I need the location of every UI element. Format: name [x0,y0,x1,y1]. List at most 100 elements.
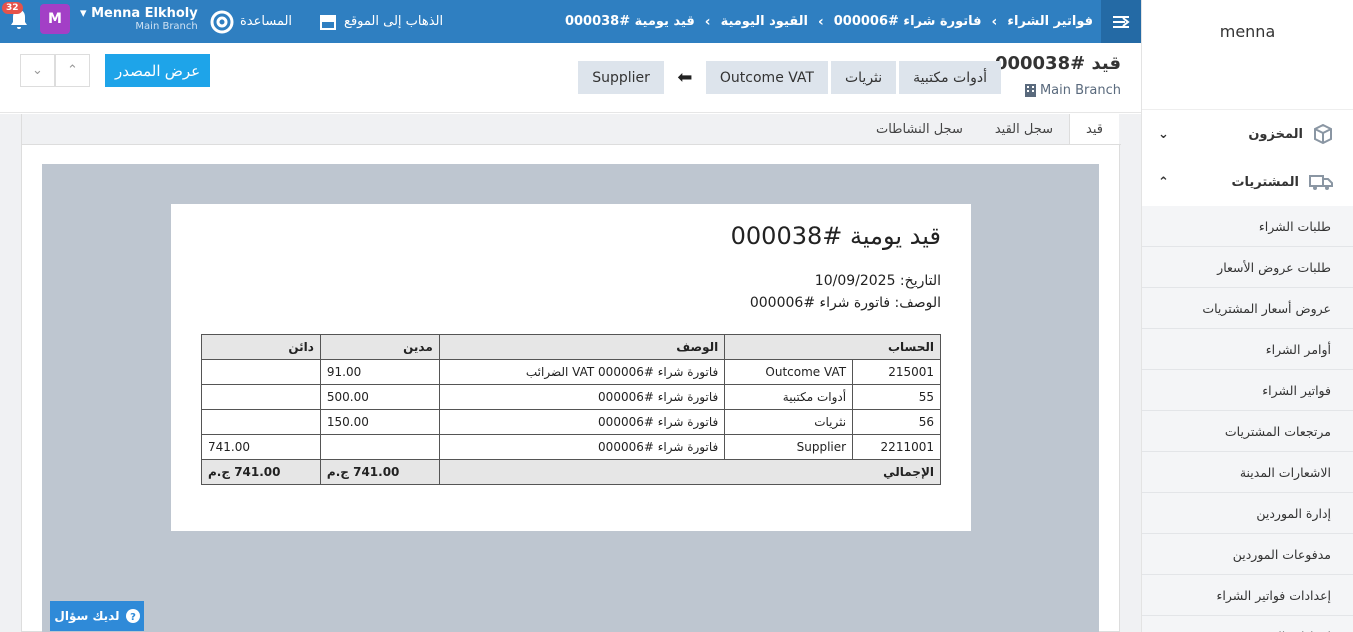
tab-entry-log[interactable]: سجل القيد [979,114,1069,144]
sidebar-section-purchases[interactable]: المشتريات ⌃ [1142,158,1353,206]
account-name: Supplier [724,434,854,460]
table-row: 56 نثريات فاتورة شراء #000006 150.00 [201,409,941,435]
sidebar-item-supplier-payments[interactable]: مدفوعات الموردين [1142,534,1353,575]
account-chip[interactable]: أدوات مكتبية [899,61,1001,94]
chevron-up-icon: ⌃ [67,63,78,78]
store-icon [320,14,337,30]
sidebar-item-purchase-requests[interactable]: طلبات الشراء [1142,206,1353,247]
sidebar-section-label: المشتريات [1231,174,1299,190]
account-chips: أدوات مكتبية نثريات Outcome VAT ⬅ Suppli… [578,61,1001,94]
row-debit [319,434,440,460]
sidebar-submenu: طلبات الشراء طلبات عروض الأسعار عروض أسع… [1142,206,1353,632]
account-code: 2211001 [852,434,941,460]
breadcrumb: فواتير الشراء ‹ فاتورة شراء #000006 ‹ ال… [565,0,1093,43]
account-code: 56 [852,409,941,435]
column-header-credit: دائن [201,334,321,360]
ask-question-label: لديك سؤال [54,609,120,623]
svg-text:?: ? [130,612,136,623]
goto-site-link[interactable]: الذهاب إلى الموقع [318,13,443,31]
avatar[interactable]: M [40,4,70,34]
breadcrumb-item-journals[interactable]: القيود اليومية [721,14,808,29]
row-debit: 150.00 [319,409,440,435]
lifebuoy-icon [210,10,234,33]
question-circle-icon: ? [125,609,140,623]
building-icon [1024,84,1036,97]
sidebar-item-supplier-settings[interactable]: إعدادات الموردين [1142,616,1353,632]
total-row: الإجمالي 741.00 ج.م 741.00 ج.م [201,459,942,485]
tab-activity-log[interactable]: سجل النشاطات [860,114,979,144]
box-icon [1314,124,1332,144]
total-label: الإجمالي [438,459,942,485]
previous-record-button[interactable]: ⌃ [55,54,90,87]
journal-document: قيد يومية #000038 التاريخ: 10/09/2025 ال… [171,204,971,531]
row-description: فاتورة شراء #000006 [438,434,726,460]
total-debit: 741.00 ج.م [319,459,440,485]
arrow-left-icon: ⬅ [677,67,693,88]
account-code: 215001 [852,359,941,385]
sidebar-item-purchase-invoices[interactable]: فواتير الشراء [1142,370,1353,411]
account-chip-target[interactable]: Supplier [578,61,664,94]
row-description: فاتورة شراء #000006 [438,384,726,410]
chevron-left-icon: ‹ [991,13,998,30]
next-record-button[interactable]: ⌄ [20,54,55,87]
total-credit: 741.00 ج.م [201,459,321,485]
notification-count-badge: 32 [2,2,23,14]
chevron-down-icon: ⌄ [32,63,43,78]
chevron-left-icon: ‹ [817,13,824,30]
goto-site-label: الذهاب إلى الموقع [344,14,444,29]
column-header-account: الحساب [724,334,941,360]
tab-entry[interactable]: قيد [1069,114,1119,144]
breadcrumb-item-invoices[interactable]: فواتير الشراء [1007,14,1093,29]
column-header-debit: مدين [319,334,440,360]
document-date: التاريخ: 10/09/2025 [814,273,941,289]
caret-down-icon: ▾ [80,6,87,21]
chevron-up-icon: ⌃ [1158,174,1169,190]
sidebar-item-purchase-quotes[interactable]: عروض أسعار المشتريات [1142,288,1353,329]
sidebar-section-label: المخزون [1248,126,1303,142]
ask-question-button[interactable]: لديك سؤال ? [50,601,144,631]
chevron-left-icon: ‹ [704,13,711,30]
user-branch: Main Branch [135,21,198,32]
sidebar-item-invoice-settings[interactable]: إعدادات فواتير الشراء [1142,575,1353,616]
account-name: أدوات مكتبية [724,384,854,410]
top-bar: فواتير الشراء ‹ فاتورة شراء #000006 ‹ ال… [0,0,1141,43]
view-source-button[interactable]: عرض المصدر [105,54,211,87]
help-link[interactable]: المساعدة [210,10,292,34]
branch-name: Main Branch [1039,83,1121,98]
sidebar-item-purchase-returns[interactable]: مرتجعات المشتريات [1142,411,1353,452]
tabs: قيد سجل القيد سجل النشاطات [860,114,1119,144]
table-row: 55 أدوات مكتبية فاتورة شراء #000006 500.… [201,384,941,410]
sidebar-section-inventory[interactable]: المخزون ⌄ [1142,110,1353,158]
menu-toggle-button[interactable] [1101,0,1141,43]
account-chip[interactable]: Outcome VAT [705,61,828,94]
page-title: قيد #000038 [994,53,1121,74]
sidebar-item-debit-notes[interactable]: الاشعارات المدينة [1142,452,1353,493]
notifications-button[interactable]: 32 [2,2,30,30]
row-description: فاتورة شراء #000006 [438,409,726,435]
truck-icon [1309,175,1333,190]
main-content: قيد سجل القيد سجل النشاطات قيد يومية #00… [0,114,1141,632]
row-debit: 91.00 [319,359,440,385]
company-name: menna [1142,0,1353,110]
sidebar-item-rfq[interactable]: طلبات عروض الأسعار [1142,247,1353,288]
document-description: الوصف: فاتورة شراء #000006 [749,295,941,311]
menu-arrow-icon [1113,15,1130,28]
user-menu[interactable]: ▾ Menna Elkholy Main Branch [80,6,198,32]
help-label: المساعدة [240,14,293,29]
account-name: نثريات [724,409,854,435]
breadcrumb-item-current: قيد يومية #000038 [564,14,695,29]
document-title: قيد يومية #000038 [730,222,941,250]
table-row: 215001 Outcome VAT فاتورة شراء #000006 V… [201,359,941,385]
document-header: قيد #000038 Main Branch أدوات مكتبية نثر… [0,43,1141,113]
column-header-description: الوصف [438,334,726,360]
sidebar-item-purchase-orders[interactable]: أوامر الشراء [1142,329,1353,370]
account-chip[interactable]: نثريات [830,61,897,94]
breadcrumb-item-invoice[interactable]: فاتورة شراء #000006 [834,14,982,29]
branch-label: Main Branch [1024,83,1121,98]
document-preview: قيد يومية #000038 التاريخ: 10/09/2025 ال… [42,164,1099,632]
account-name: Outcome VAT [724,359,854,385]
journal-table: الحساب الوصف مدين دائن 215001 Outcome VA… [201,334,942,485]
row-debit: 500.00 [319,384,440,410]
sidebar-item-suppliers[interactable]: إدارة الموردين [1142,493,1353,534]
row-credit [201,384,321,410]
